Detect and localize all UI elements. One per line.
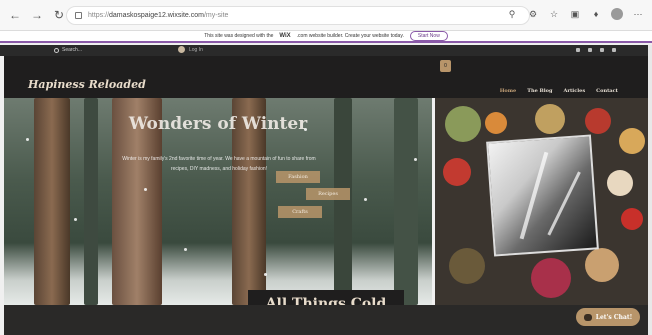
profile-avatar[interactable] bbox=[611, 8, 623, 20]
nav-the-blog[interactable]: The Blog bbox=[527, 88, 552, 94]
hero-title: Wonders of Winter bbox=[128, 114, 308, 134]
nav-home[interactable]: Home bbox=[500, 88, 517, 94]
site-topbar: Search... Log In bbox=[0, 45, 652, 56]
food-item bbox=[485, 112, 507, 134]
food-item bbox=[619, 128, 645, 154]
pinterest-icon[interactable] bbox=[612, 48, 616, 52]
url-prefix: https:// bbox=[88, 12, 110, 19]
food-item bbox=[585, 248, 619, 282]
chat-label: Let's Chat! bbox=[595, 313, 633, 321]
user-icon bbox=[178, 46, 185, 53]
favorite-star-icon[interactable]: ☆ bbox=[548, 8, 560, 20]
page-scrollbar[interactable] bbox=[648, 45, 652, 335]
food-item bbox=[443, 158, 471, 186]
snowflake bbox=[184, 248, 187, 251]
wix-promo-banner: This site was designed with the WiX .com… bbox=[0, 31, 652, 43]
chat-bubble-icon bbox=[583, 313, 592, 321]
nav-contact[interactable]: Contact bbox=[596, 88, 618, 94]
snowflake bbox=[264, 273, 267, 276]
snowflake bbox=[26, 138, 29, 141]
social-links bbox=[576, 48, 616, 52]
food-item bbox=[621, 208, 643, 230]
frost-streak bbox=[519, 151, 549, 240]
snowflake bbox=[414, 158, 417, 161]
login-link[interactable]: Log In bbox=[178, 46, 203, 53]
cart-icon[interactable]: 0 bbox=[440, 60, 451, 72]
arrow-right-icon[interactable]: → bbox=[28, 6, 46, 24]
url-path: /my-site bbox=[203, 12, 229, 19]
snowflake bbox=[74, 218, 77, 221]
wix-logo: WiX bbox=[279, 33, 291, 39]
recipes-button[interactable]: Recipes bbox=[306, 188, 350, 200]
facebook-icon[interactable] bbox=[576, 48, 580, 52]
cart-count: 0 bbox=[444, 63, 447, 69]
food-item bbox=[535, 104, 565, 134]
food-platter-image bbox=[435, 98, 648, 305]
nav-articles[interactable]: Articles bbox=[563, 88, 585, 94]
food-item bbox=[449, 248, 485, 284]
login-label: Log In bbox=[189, 46, 203, 53]
hero-forest-image: Wonders of Winter Winter is my family's … bbox=[4, 98, 432, 305]
food-item bbox=[445, 106, 481, 142]
frosted-window-photo bbox=[486, 134, 599, 257]
collections-icon[interactable]: ▣ bbox=[569, 8, 581, 20]
food-item bbox=[607, 170, 633, 196]
browser-toolbar: ← → ↻ https:// damaskospaige12.wixsite.c… bbox=[0, 0, 652, 31]
site-logo[interactable]: Hapiness Reloaded bbox=[28, 78, 146, 91]
frost-streak bbox=[547, 171, 581, 236]
address-bar[interactable]: https:// damaskospaige12.wixsite.com /my… bbox=[66, 6, 530, 25]
snowflake bbox=[144, 188, 147, 191]
zoom-icon[interactable]: ⚲ bbox=[506, 8, 518, 20]
food-item bbox=[531, 258, 571, 298]
url-host: damaskospaige12.wixsite.com bbox=[109, 12, 204, 19]
arrow-left-icon[interactable]: ← bbox=[6, 6, 24, 24]
extensions-icon[interactable]: ♦ bbox=[590, 8, 602, 20]
start-now-button[interactable]: Start Now bbox=[409, 31, 448, 41]
wix-banner-text-before: This site was designed with the bbox=[204, 33, 274, 39]
read-aloud-icon[interactable]: ⚙ bbox=[527, 8, 539, 20]
search-input[interactable]: Search... bbox=[62, 47, 82, 53]
site-header: Hapiness Reloaded 0 Home The Blog Articl… bbox=[4, 56, 648, 98]
more-menu-icon[interactable]: ⋯ bbox=[632, 8, 644, 20]
food-item bbox=[585, 108, 611, 134]
search-icon bbox=[54, 47, 59, 53]
lock-icon bbox=[75, 12, 82, 19]
twitter-icon[interactable] bbox=[600, 48, 604, 52]
footer-strip bbox=[4, 305, 648, 335]
chat-button[interactable]: Let's Chat! bbox=[576, 308, 640, 326]
browser-actions: ⚲ ⚙ ☆ ▣ ♦ ⋯ bbox=[506, 8, 644, 20]
crafts-button[interactable]: Crafts bbox=[278, 206, 322, 218]
main-nav: Home The Blog Articles Contact bbox=[500, 88, 618, 94]
fashion-button[interactable]: Fashion bbox=[276, 171, 320, 183]
instagram-icon[interactable] bbox=[588, 48, 592, 52]
site-search[interactable]: Search... bbox=[54, 47, 82, 53]
snowflake bbox=[364, 198, 367, 201]
wix-banner-text-after: .com website builder. Create your websit… bbox=[296, 33, 404, 39]
